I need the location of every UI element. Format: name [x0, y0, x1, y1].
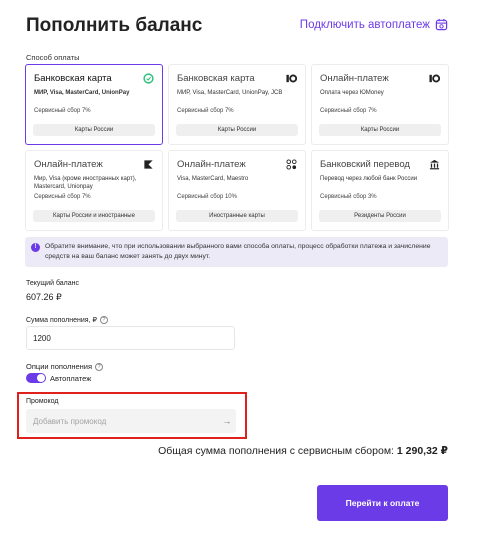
- autopay-link-label: Подключить автоплатеж: [299, 18, 430, 31]
- total-label: Общая сумма пополнения с сервисным сборо…: [158, 445, 394, 457]
- payment-methods-grid: Банковская карта МИР, Visa, MasterCard, …: [25, 64, 449, 231]
- payment-method-title: Банковский перевод: [320, 159, 410, 170]
- payment-method-card-2[interactable]: Онлайн-платеж Оплата через ЮMoney Сервис…: [311, 64, 449, 145]
- page-title: Пополнить баланс: [26, 15, 203, 36]
- promo-input[interactable]: [26, 416, 218, 426]
- payment-method-systems: Оплата через ЮMoney: [320, 90, 384, 96]
- amount-label-row: Сумма пополнения, ₽ ?: [26, 316, 108, 324]
- help-icon[interactable]: ?: [95, 362, 104, 371]
- payment-method-tag: Карты России: [33, 124, 155, 136]
- payment-method-title: Онлайн-платеж: [177, 159, 246, 170]
- promo-field: →: [26, 409, 236, 433]
- payment-method-title: Онлайн-платеж: [320, 73, 389, 84]
- payment-method-tag: Карты России: [176, 124, 298, 136]
- payment-method-fee: Сервисный сбор 7%: [177, 108, 234, 114]
- arrow-right-icon[interactable]: →: [218, 416, 236, 426]
- payment-method-card-5[interactable]: Банковский перевод Перевод через любой б…: [311, 150, 449, 231]
- payment-method-tag: Карты России и иностранные: [33, 210, 155, 222]
- autopay-toggle[interactable]: [26, 373, 46, 383]
- autopay-toggle-row: Автоплатеж: [26, 373, 91, 383]
- connect-autopay-link[interactable]: Подключить автоплатеж: [300, 18, 448, 31]
- payment-notice: ! Обратите внимание, что при использован…: [25, 237, 448, 267]
- payment-method-systems: МИР, Visa, MasterCard, UnionPay: [34, 90, 130, 96]
- yoomoney-icon: [428, 72, 440, 84]
- current-balance-label: Текущий баланс: [26, 280, 80, 287]
- payment-method-fee: Сервисный сбор 3%: [320, 194, 377, 200]
- calendar-icon: [435, 18, 448, 31]
- payment-method-title: Банковская карта: [34, 73, 112, 84]
- flag-icon: [142, 158, 154, 170]
- payment-method-label: Способ оплаты: [26, 53, 80, 62]
- info-icon: !: [31, 243, 40, 252]
- current-balance-value: 607.26 ₽: [26, 292, 62, 302]
- yoomoney-icon: [285, 72, 297, 84]
- payment-method-card-4[interactable]: Онлайн-платеж Visa, MasterCard, Maestro …: [168, 150, 306, 231]
- amount-input[interactable]: [26, 326, 235, 350]
- total-value: 1 290,32 ₽: [396, 445, 448, 457]
- payment-method-fee: Сервисный сбор 10%: [177, 194, 237, 200]
- payment-method-tag: Резиденты России: [319, 210, 441, 222]
- payment-method-tag: Карты России: [319, 124, 441, 136]
- payment-method-systems: МИР, Visa, MasterCard, UnionPay, JCB: [177, 90, 283, 96]
- help-icon[interactable]: ?: [99, 316, 108, 324]
- payment-method-card-3[interactable]: Онлайн-платеж Мир, Visa (кроме иностранн…: [25, 150, 163, 231]
- payment-method-card-0[interactable]: Банковская карта МИР, Visa, MasterCard, …: [25, 64, 163, 145]
- payment-method-fee: Сервисный сбор 7%: [34, 108, 91, 114]
- autopay-toggle-label: Автоплатеж: [50, 373, 92, 383]
- payment-method-systems: Перевод через любой банк России: [320, 176, 418, 182]
- green-circle-icon: [142, 72, 154, 84]
- amount-label: Сумма пополнения, ₽: [26, 317, 97, 324]
- payment-method-tag: Иностранные карты: [176, 210, 298, 222]
- payment-method-systems: Мир, Visa (кроме иностранных карт), Mast…: [34, 176, 137, 190]
- payment-method-card-1[interactable]: Банковская карта МИР, Visa, MasterCard, …: [168, 64, 306, 145]
- total-amount: Общая сумма пополнения с сервисным сборо…: [158, 445, 448, 457]
- payment-method-fee: Сервисный сбор 7%: [34, 194, 91, 200]
- options-label-row: Опции пополнения ?: [26, 362, 104, 371]
- payment-method-systems: Visa, MasterCard, Maestro: [177, 176, 249, 182]
- payment-method-title: Онлайн-платеж: [34, 159, 103, 170]
- proceed-to-payment-button[interactable]: Перейти к оплате: [317, 485, 448, 521]
- promo-label: Промокод: [26, 398, 59, 405]
- notice-text: Обратите внимание, что при использовании…: [45, 243, 431, 260]
- options-label: Опции пополнения: [26, 362, 93, 371]
- bank-icon: [428, 158, 440, 170]
- payment-method-fee: Сервисный сбор 7%: [320, 108, 377, 114]
- payment-method-title: Банковская карта: [177, 73, 255, 84]
- grid-dots-icon: [285, 158, 297, 170]
